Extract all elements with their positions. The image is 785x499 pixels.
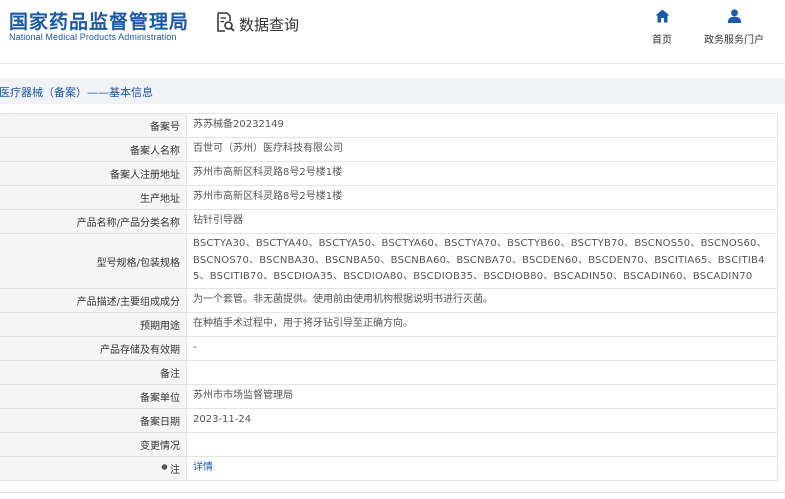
- user-icon: [727, 8, 742, 27]
- table-row: 备案人名称 百世可（苏州）医疗科技有限公司: [0, 137, 778, 162]
- field-label: 备注: [0, 360, 187, 385]
- field-label: 预期用途: [0, 312, 187, 337]
- field-value: [186, 432, 778, 457]
- nav-service-portal[interactable]: 政务服务门户: [704, 8, 764, 46]
- note-value-cell: 详情: [186, 456, 778, 481]
- note-label: 注: [170, 465, 180, 476]
- field-value: 2023-11-24: [186, 408, 778, 433]
- table-row: 备案人注册地址 苏州市高新区科灵路8号2号楼1楼: [0, 161, 778, 186]
- field-value: 苏州市高新区科灵路8号2号楼1楼: [186, 161, 778, 186]
- table-row: 生产地址 苏州市高新区科灵路8号2号楼1楼: [0, 185, 778, 210]
- field-label: 产品描述/主要组成成分: [0, 288, 187, 313]
- field-label: 备案人注册地址: [0, 161, 187, 186]
- field-value: 苏州市高新区科灵路8号2号楼1楼: [186, 185, 778, 210]
- breadcrumb-bar: 医疗器械（备案）——基本信息: [0, 78, 785, 104]
- field-value: 苏苏械备20232149: [186, 113, 778, 138]
- table-row: 产品描述/主要组成成分 为一个套管。非无菌提供。使用前由使用机构根据说明书进行灭…: [0, 288, 778, 313]
- table-row: 预期用途 在种植手术过程中，用于将牙钻引导至正确方向。: [0, 312, 778, 337]
- field-value: 苏州市市场监督管理局: [186, 384, 778, 409]
- field-label: 备案人名称: [0, 137, 187, 162]
- field-value: 百世可（苏州）医疗科技有限公司: [186, 137, 778, 162]
- logo-title-en: National Medical Products Administration: [9, 32, 177, 42]
- field-value: 钻针引导器: [186, 209, 778, 234]
- home-icon: [655, 8, 670, 27]
- data-query-label: 数据查询: [239, 15, 300, 34]
- bullet-icon: [161, 463, 168, 474]
- field-label: 产品名称/产品分类名称: [0, 209, 187, 234]
- table-row: 产品名称/产品分类名称 钻针引导器: [0, 209, 778, 234]
- site-header: 国家药品监督管理局 National Medical Products Admi…: [0, 0, 785, 60]
- field-value: [186, 360, 778, 385]
- field-value: -: [186, 336, 778, 361]
- nav-home-label: 首页: [652, 35, 672, 46]
- table-row: 型号规格/包装规格 BSCTYA30、BSCTYA40、BSCTYA50、BSC…: [0, 233, 778, 289]
- table-row: 备注: [0, 360, 778, 385]
- field-label: 备案号: [0, 113, 187, 138]
- field-value: BSCTYA30、BSCTYA40、BSCTYA50、BSCTYA60、BSCT…: [186, 233, 778, 289]
- details-link[interactable]: 详情: [193, 462, 213, 473]
- table-row: 备案单位 苏州市市场监督管理局: [0, 384, 778, 409]
- footer-divider: [0, 492, 785, 493]
- field-label: 型号规格/包装规格: [0, 233, 187, 289]
- header-divider: [0, 63, 785, 64]
- field-value: 为一个套管。非无菌提供。使用前由使用机构根据说明书进行灭菌。: [186, 288, 778, 313]
- note-label-cell: 注: [0, 456, 187, 481]
- record-info-table: 备案号 苏苏械备20232149 备案人名称 百世可（苏州）医疗科技有限公司 备…: [0, 113, 778, 481]
- logo-title-cn[interactable]: 国家药品监督管理局: [9, 7, 189, 34]
- table-row: 产品存储及有效期 -: [0, 336, 778, 361]
- nav-home[interactable]: 首页: [652, 8, 672, 46]
- table-row: 注 详情: [0, 456, 778, 481]
- table-row: 备案日期 2023-11-24: [0, 408, 778, 433]
- field-label: 生产地址: [0, 185, 187, 210]
- table-row: 备案号 苏苏械备20232149: [0, 113, 778, 138]
- field-label: 变更情况: [0, 432, 187, 457]
- document-search-icon: [216, 12, 235, 36]
- field-value: 在种植手术过程中，用于将牙钻引导至正确方向。: [186, 312, 778, 337]
- table-row: 变更情况: [0, 432, 778, 457]
- nav-service-portal-label: 政务服务门户: [704, 35, 764, 46]
- field-label: 产品存储及有效期: [0, 336, 187, 361]
- data-query-title[interactable]: 数据查询: [216, 12, 299, 36]
- breadcrumb: 医疗器械（备案）——基本信息: [0, 86, 153, 99]
- field-label: 备案单位: [0, 384, 187, 409]
- field-label: 备案日期: [0, 408, 187, 433]
